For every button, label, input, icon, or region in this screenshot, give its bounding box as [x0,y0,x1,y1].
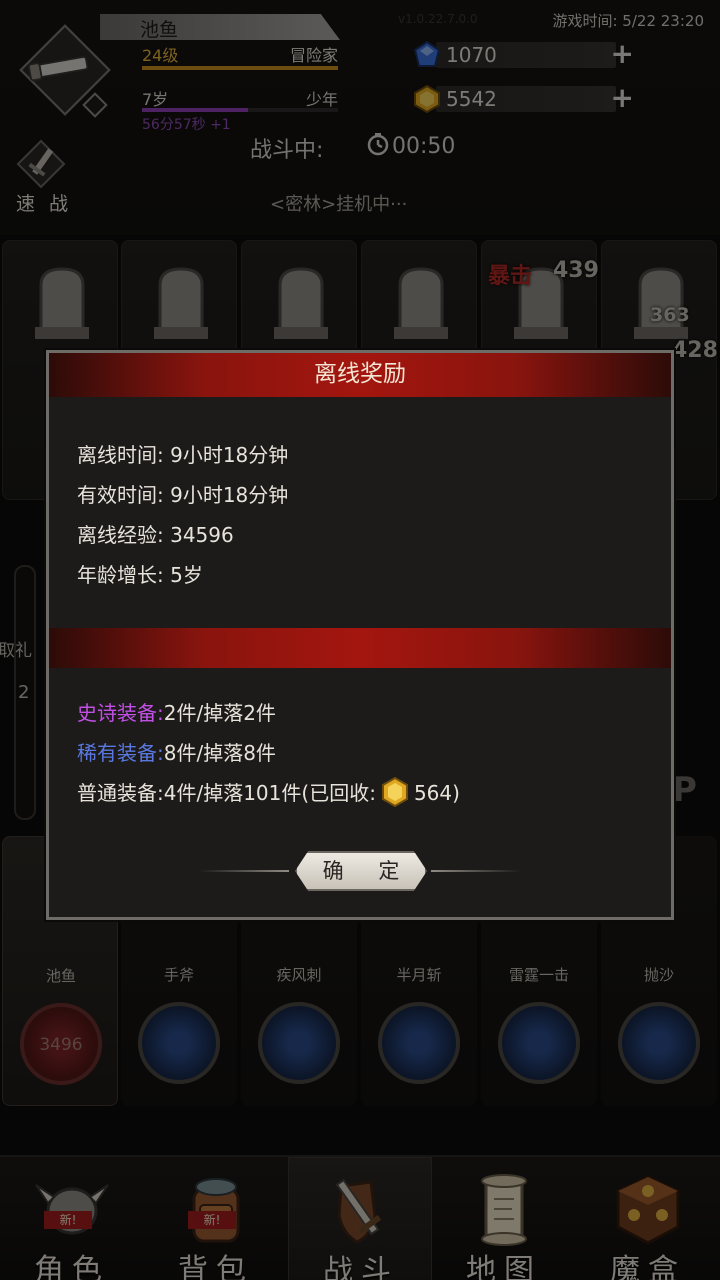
rare-equipment-value: 8件/掉落8件 [163,741,276,765]
gold-gem-icon [381,777,408,807]
age-growth-label: 年龄增长: [77,563,164,587]
confirm-wing-right [431,870,521,872]
offline-time-row: 离线时间: 9小时18分钟 [77,439,288,468]
effective-time-row: 有效时间: 9小时18分钟 [77,479,288,508]
offline-time-label: 离线时间: [77,443,164,467]
dialog-title: 离线奖励 [49,353,671,397]
normal-equipment-row: 普通装备:4件/掉落101件(已回收: 564) [77,777,460,807]
normal-equipment-label: 普通装备: [77,781,164,805]
confirm-area: 确 定 [199,851,521,891]
normal-equipment-value: 4件/掉落101件(已回收: [163,781,376,805]
offline-exp-row: 离线经验: 34596 [77,519,234,548]
age-growth-value: 5岁 [170,563,203,587]
effective-time-label: 有效时间: [77,483,164,507]
confirm-wing-left [199,870,289,872]
offline-reward-dialog: 离线奖励 离线时间: 9小时18分钟 有效时间: 9小时18分钟 离线经验: 3… [46,350,674,920]
offline-time-value: 9小时18分钟 [170,443,289,467]
rare-equipment-label: 稀有装备: [77,741,164,765]
epic-equipment-value: 2件/掉落2件 [163,701,276,725]
recycled-value: 564) [413,781,460,805]
epic-equipment-row: 史诗装备:2件/掉落2件 [77,697,276,726]
confirm-button[interactable]: 确 定 [295,851,427,891]
offline-exp-label: 离线经验: [77,523,164,547]
rare-equipment-row: 稀有装备:8件/掉落8件 [77,737,276,766]
offline-exp-value: 34596 [170,523,234,547]
epic-equipment-label: 史诗装备: [77,701,164,725]
dialog-separator [49,628,671,668]
age-growth-row: 年龄增长: 5岁 [77,559,203,588]
effective-time-value: 9小时18分钟 [170,483,289,507]
